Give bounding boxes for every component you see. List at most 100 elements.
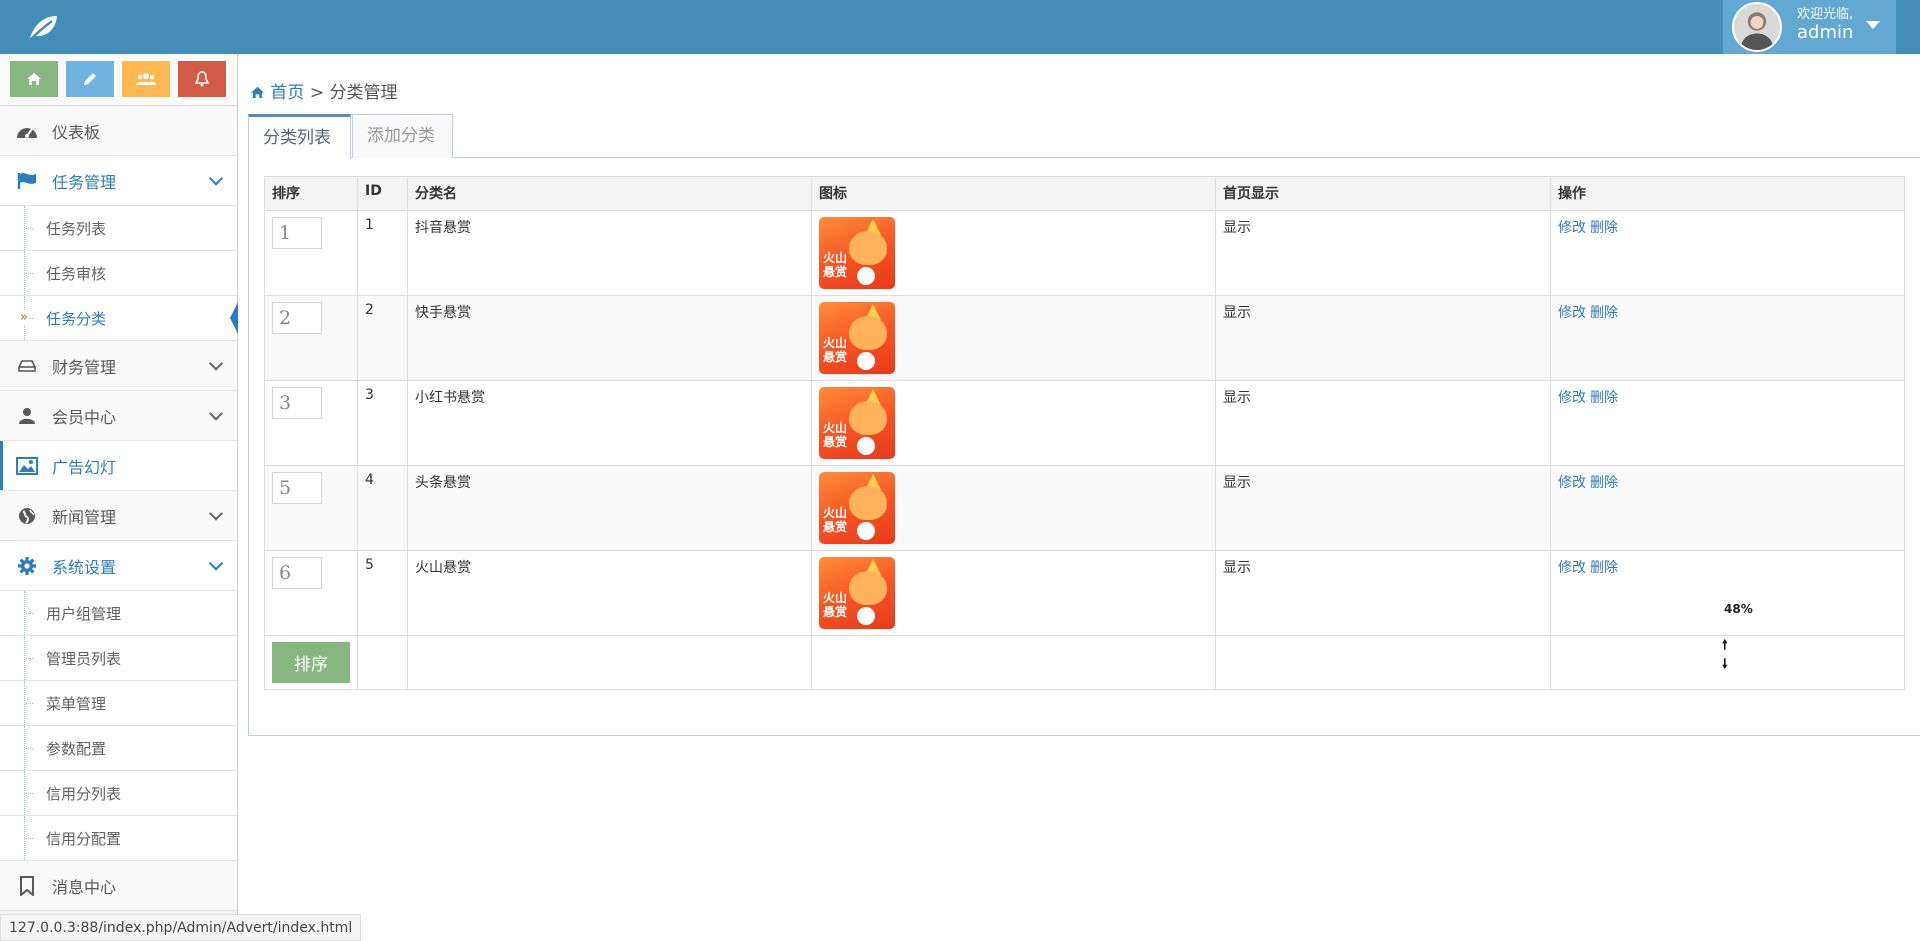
task-submenu: 任务列表 任务审核 » 任务分类	[0, 206, 238, 341]
sidebar-item-user-groups[interactable]: 用户组管理	[0, 591, 237, 636]
sidebar-item-label: 消息中心	[52, 877, 117, 897]
shortcut-users-button[interactable]	[120, 59, 172, 99]
breadcrumb: 首页 > 分类管理	[250, 78, 397, 103]
edit-link[interactable]: 修改	[1558, 390, 1586, 406]
scroll-arrows: 🠕 🠗	[1722, 636, 1728, 674]
name-cell: 抖音悬赏	[407, 210, 812, 296]
edit-link[interactable]: 修改	[1558, 560, 1586, 576]
chevron-down-icon	[208, 355, 224, 371]
edit-link[interactable]: 修改	[1558, 475, 1586, 491]
avatar	[1732, 2, 1782, 52]
sidebar-item-credit-config[interactable]: 信用分配置	[0, 816, 237, 861]
ops-cell: 修改 删除	[1550, 465, 1905, 551]
icon-cell: 火山 悬赏	[811, 295, 1216, 381]
category-icon: 火山 悬赏	[819, 387, 895, 459]
main-content: 首页 > 分类管理 分类列表 添加分类 排序 ID 分类名 图标 首页显示 操作…	[238, 54, 1920, 941]
sidebar-item-label: 任务分类	[46, 309, 107, 328]
dashboard-icon	[15, 120, 39, 142]
name-cell: 小红书悬赏	[407, 380, 812, 466]
bell-icon	[195, 71, 209, 87]
edit-link[interactable]: 修改	[1558, 305, 1586, 321]
shortcut-edit-button[interactable]	[64, 59, 116, 99]
column-header-id: ID	[357, 176, 408, 211]
table-row: 4头条悬赏火山悬赏 显示修改删除	[264, 465, 1905, 551]
table-row: 2快手悬赏火山悬赏 显示修改删除	[264, 295, 1905, 381]
sort-input[interactable]	[272, 387, 322, 419]
top-navbar: 欢迎光临, admin	[0, 0, 1920, 54]
sidebar-item-label: 财务管理	[52, 357, 117, 377]
breadcrumb-current: 分类管理	[329, 83, 398, 103]
sidebar-item-task-list[interactable]: 任务列表	[0, 206, 237, 251]
column-header-ops: 操作	[1550, 176, 1905, 211]
pencil-icon	[84, 73, 96, 85]
name-cell: 头条悬赏	[407, 465, 812, 551]
sidebar: 仪表板 任务管理 任务列表 任务审核 » 任务分类 财务管理 会员中心 广告幻灯…	[0, 54, 238, 941]
id-cell: 5	[357, 550, 408, 636]
sidebar-item-params[interactable]: 参数配置	[0, 726, 237, 771]
edit-link[interactable]: 修改	[1558, 220, 1586, 236]
sort-input[interactable]	[272, 302, 322, 334]
leaf-icon[interactable]	[26, 10, 60, 44]
home-show-cell: 显示	[1215, 380, 1551, 466]
sort-input[interactable]	[272, 217, 322, 249]
delete-link[interactable]: 删除	[1590, 305, 1618, 321]
home-show-cell: 显示	[1215, 295, 1551, 381]
tab-category-list[interactable]: 分类列表	[248, 114, 351, 159]
shortcut-home-button[interactable]	[8, 59, 60, 99]
username: admin	[1797, 22, 1854, 43]
column-header-sort: 排序	[264, 176, 358, 211]
sidebar-item-label: 任务审核	[46, 264, 107, 283]
active-pointer-icon	[230, 302, 238, 334]
sidebar-item-dashboard[interactable]: 仪表板	[0, 106, 237, 156]
home-show-cell: 显示	[1215, 550, 1551, 636]
sidebar-item-task-mgmt[interactable]: 任务管理	[0, 156, 237, 206]
sort-input[interactable]	[272, 472, 322, 504]
bookmark-icon	[15, 875, 39, 897]
table-row: 3小红书悬赏火山悬赏 显示修改删除	[264, 380, 1905, 466]
arrow-down-icon[interactable]: 🠗	[1722, 655, 1728, 674]
sidebar-item-system[interactable]: 系统设置	[0, 541, 237, 591]
icon-cell: 火山 悬赏	[811, 550, 1216, 636]
shortcut-bell-button[interactable]	[176, 59, 228, 99]
sidebar-item-task-category[interactable]: » 任务分类	[0, 296, 238, 341]
home-icon	[251, 86, 264, 99]
sidebar-item-messages[interactable]: 消息中心	[0, 861, 237, 911]
user-menu[interactable]: 欢迎光临, admin	[1723, 0, 1896, 54]
home-show-cell: 显示	[1215, 210, 1551, 296]
name-cell: 火山悬赏	[407, 550, 812, 636]
sidebar-item-label: 仪表板	[52, 122, 101, 142]
arrow-up-icon[interactable]: 🠕	[1722, 636, 1728, 655]
sort-input[interactable]	[272, 557, 322, 589]
sidebar-item-task-review[interactable]: 任务审核	[0, 251, 237, 296]
sidebar-item-label: 任务列表	[46, 219, 107, 238]
chevron-down-icon	[208, 170, 224, 186]
icon-cell: 火山 悬赏	[811, 380, 1216, 466]
ops-cell: 修改 删除	[1550, 380, 1905, 466]
delete-link[interactable]: 删除	[1590, 475, 1618, 491]
sidebar-item-admin-list[interactable]: 管理员列表	[0, 636, 237, 681]
sidebar-item-menu-mgmt[interactable]: 菜单管理	[0, 681, 237, 726]
tab-add-category[interactable]: 添加分类	[352, 114, 453, 158]
breadcrumb-home-link[interactable]: 首页	[270, 83, 304, 103]
sidebar-item-label: 菜单管理	[46, 694, 107, 713]
table-footer-row: 排序	[264, 635, 1905, 690]
delete-link[interactable]: 删除	[1590, 560, 1618, 576]
sidebar-item-label: 管理员列表	[46, 649, 122, 668]
sidebar-item-label: 新闻管理	[52, 507, 117, 527]
sidebar-item-members[interactable]: 会员中心	[0, 391, 237, 441]
sidebar-item-finance[interactable]: 财务管理	[0, 341, 237, 391]
delete-link[interactable]: 删除	[1590, 220, 1618, 236]
sidebar-item-news[interactable]: 新闻管理	[0, 491, 237, 541]
sort-cell	[264, 380, 358, 466]
sidebar-item-credit-list[interactable]: 信用分列表	[0, 771, 237, 816]
sidebar-item-label: 任务管理	[52, 172, 117, 192]
chevron-down-icon	[208, 505, 224, 521]
delete-link[interactable]: 删除	[1590, 390, 1618, 406]
sort-submit-button[interactable]: 排序	[272, 642, 350, 683]
icon-cell: 火山 悬赏	[811, 465, 1216, 551]
id-cell: 4	[357, 465, 408, 551]
status-url: 127.0.0.3:88/index.php/Admin/Advert/inde…	[0, 914, 362, 941]
home-icon	[27, 73, 41, 85]
id-cell: 2	[357, 295, 408, 381]
sidebar-item-ads[interactable]: 广告幻灯	[0, 441, 237, 491]
